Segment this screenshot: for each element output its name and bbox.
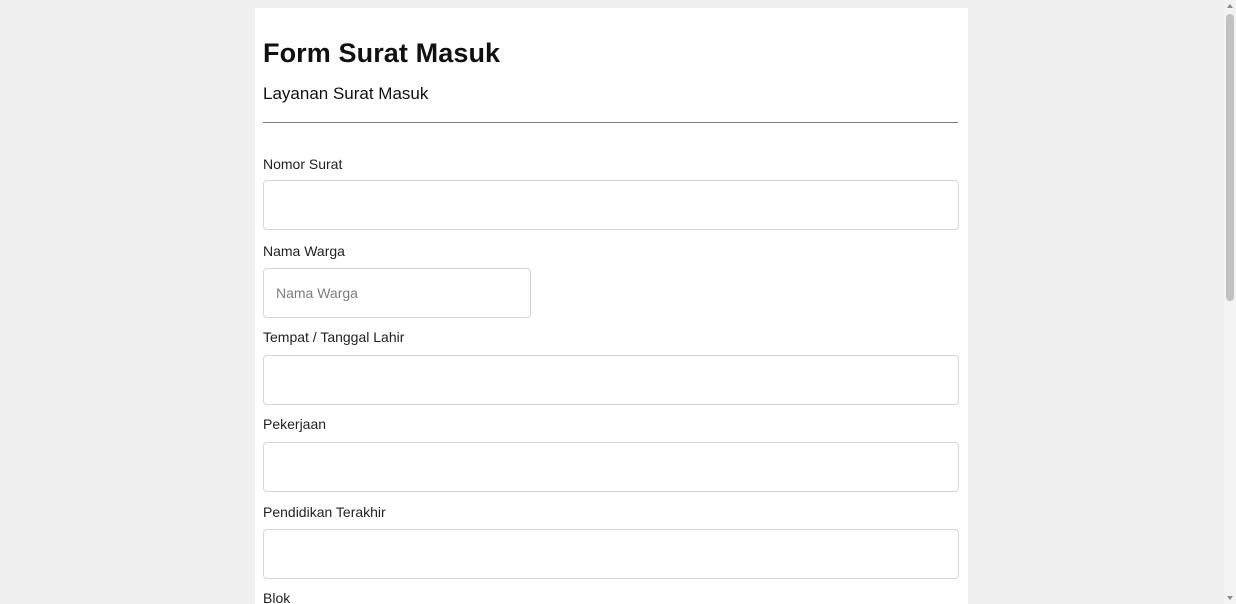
- scroll-up-arrow-icon[interactable]: [1227, 4, 1233, 8]
- page-viewport: Form Surat Masuk Layanan Surat Masuk Nom…: [0, 0, 1224, 604]
- tempat-tanggal-lahir-input[interactable]: [263, 355, 959, 405]
- nomor-surat-label: Nomor Surat: [263, 156, 343, 172]
- vertical-scrollbar[interactable]: [1224, 0, 1236, 604]
- pendidikan-terakhir-input[interactable]: [263, 529, 959, 579]
- pekerjaan-label: Pekerjaan: [263, 416, 327, 432]
- tempat-tanggal-lahir-label: Tempat / Tanggal Lahir: [263, 329, 405, 345]
- pekerjaan-input[interactable]: [263, 442, 959, 492]
- nomor-surat-input[interactable]: [263, 180, 959, 230]
- page-subtitle: Layanan Surat Masuk: [263, 84, 429, 103]
- blok-label: Blok: [263, 590, 291, 604]
- header-divider: [263, 122, 958, 123]
- scroll-down-arrow-icon[interactable]: [1227, 596, 1233, 600]
- pendidikan-terakhir-label: Pendidikan Terakhir: [263, 504, 386, 520]
- form-card: Form Surat Masuk Layanan Surat Masuk Nom…: [255, 8, 968, 604]
- page-title: Form Surat Masuk: [263, 38, 501, 68]
- scrollbar-thumb[interactable]: [1226, 14, 1234, 301]
- nama-warga-label: Nama Warga: [263, 243, 345, 259]
- nama-warga-input[interactable]: [263, 268, 531, 318]
